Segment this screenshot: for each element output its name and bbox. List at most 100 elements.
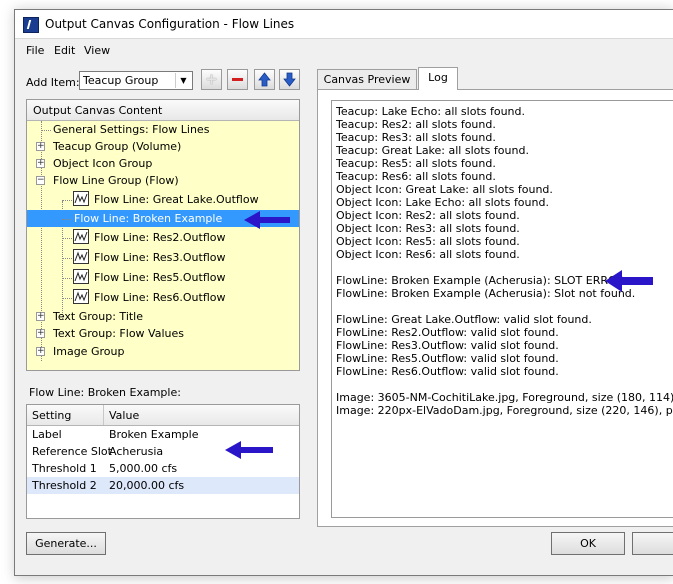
tree-item-flow-line-res6[interactable]: Flow Line: Res6.Outflow — [27, 288, 299, 308]
tree-item-text-group-title[interactable]: + Text Group: Title — [27, 308, 299, 326]
log-line: Image: 220px-ElVadoDam.jpg, Foreground, … — [336, 404, 673, 417]
log-line: FlowLine: Res3.Outflow: valid slot found… — [336, 339, 559, 352]
column-header-value[interactable]: Value — [104, 405, 299, 425]
log-line: Teacup: Res6: all slots found. — [336, 170, 496, 183]
add-item-label: Add Item: — [26, 76, 80, 89]
title-bar: Output Canvas Configuration - Flow Lines — [15, 10, 673, 39]
flow-line-icon — [73, 289, 89, 304]
flow-line-icon — [73, 269, 89, 284]
expand-icon[interactable]: + — [36, 329, 45, 338]
settings-row-threshold-1[interactable]: Threshold 1 5,000.00 cfs — [27, 460, 299, 477]
tree-item-label: Flow Line: Res3.Outflow — [94, 251, 226, 264]
content-tree: General Settings: Flow Lines + Teacup Gr… — [27, 121, 299, 370]
tree-item-label: Flow Line Group (Flow) — [53, 174, 179, 187]
details-section-label: Flow Line: Broken Example: — [29, 386, 181, 399]
log-line: Teacup: Res3: all slots found. — [336, 131, 496, 144]
annotation-arrow-icon — [605, 270, 653, 292]
menu-file[interactable]: File — [26, 44, 44, 57]
flow-line-icon — [73, 249, 89, 264]
log-tab-panel: Teacup: Lake Echo: all slots found. Teacu… — [317, 89, 673, 527]
setting-name: Label — [32, 428, 62, 441]
expand-icon[interactable]: + — [36, 312, 45, 321]
tree-item-object-icon-group[interactable]: + Object Icon Group — [27, 155, 299, 173]
tree-item-teacup-group[interactable]: + Teacup Group (Volume) — [27, 138, 299, 156]
log-line: Image: 3605-NM-CochitiLake.jpg, Foregrou… — [336, 391, 673, 404]
output-canvas-config-window: Output Canvas Configuration - Flow Lines… — [14, 9, 673, 576]
expand-icon[interactable]: + — [36, 159, 45, 168]
tree-item-flow-line-group[interactable]: − Flow Line Group (Flow) — [27, 172, 299, 190]
log-line: FlowLine: Broken Example (Acherusia): Sl… — [336, 287, 636, 300]
app-icon — [23, 17, 39, 33]
log-line: Object Icon: Res6: all slots found. — [336, 248, 520, 261]
tree-item-label: Flow Line: Res2.Outflow — [94, 231, 226, 244]
tree-item-flow-line-res3[interactable]: Flow Line: Res3.Outflow — [27, 248, 299, 268]
tree-item-label: Image Group — [53, 345, 125, 358]
log-line: FlowLine: Res5.Outflow: valid slot found… — [336, 352, 559, 365]
add-item-value: Teacup Group — [83, 74, 159, 87]
setting-name: Threshold 1 — [32, 462, 97, 475]
tree-item-label: Text Group: Flow Values — [53, 327, 184, 340]
settings-row-threshold-2[interactable]: Threshold 2 20,000.00 cfs — [27, 477, 299, 494]
generate-button[interactable]: Generate... — [26, 532, 106, 555]
log-line: Object Icon: Res2: all slots found. — [336, 209, 520, 222]
log-line: Object Icon: Great Lake: all slots found… — [336, 183, 553, 196]
log-line: FlowLine: Broken Example (Acherusia): SL… — [336, 274, 628, 287]
log-line: Object Icon: Res3: all slots found. — [336, 222, 520, 235]
tab-canvas-preview[interactable]: Canvas Preview — [317, 69, 417, 90]
tree-item-general-settings[interactable]: General Settings: Flow Lines — [27, 121, 299, 139]
add-item-dropdown[interactable]: Teacup Group ▼ — [79, 71, 193, 90]
window-title: Output Canvas Configuration - Flow Lines — [45, 17, 295, 31]
setting-value: Acherusia — [109, 445, 164, 458]
arrow-up-icon[interactable] — [254, 69, 275, 90]
log-text-area[interactable]: Teacup: Lake Echo: all slots found. Teacu… — [331, 100, 673, 518]
tree-item-image-group[interactable]: + Image Group — [27, 343, 299, 361]
setting-value: 5,000.00 cfs — [109, 462, 178, 475]
setting-value: 20,000.00 cfs — [109, 479, 185, 492]
output-canvas-content-panel: Output Canvas Content General Settings: … — [26, 99, 300, 371]
minus-icon[interactable] — [227, 69, 248, 90]
ok-button[interactable]: OK — [551, 532, 625, 555]
log-line: FlowLine: Great Lake.Outflow: valid slot… — [336, 313, 592, 326]
log-line: Object Icon: Lake Echo: all slots found. — [336, 196, 549, 209]
chevron-down-icon: ▼ — [175, 73, 191, 88]
setting-name: Reference Slot — [32, 445, 112, 458]
setting-name: Threshold 2 — [32, 479, 97, 492]
tree-item-text-group-flow-values[interactable]: + Text Group: Flow Values — [27, 325, 299, 343]
cancel-button[interactable] — [632, 532, 673, 555]
tree-item-flow-line-res5[interactable]: Flow Line: Res5.Outflow — [27, 268, 299, 288]
tree-item-label: Flow Line: Res5.Outflow — [94, 271, 226, 284]
tree-item-label: General Settings: Flow Lines — [53, 123, 210, 136]
flow-line-icon — [73, 229, 89, 244]
log-line: Object Icon: Res5: all slots found. — [336, 235, 520, 248]
expand-icon[interactable]: + — [36, 142, 45, 151]
menu-view[interactable]: View — [84, 44, 110, 57]
tree-item-label: Flow Line: Broken Example — [74, 212, 223, 225]
log-line: Teacup: Res2: all slots found. — [336, 118, 496, 131]
tree-item-label: Flow Line: Great Lake.Outflow — [94, 193, 259, 206]
tree-item-label: Flow Line: Res6.Outflow — [94, 291, 226, 304]
tree-item-flow-line-great-lake[interactable]: Flow Line: Great Lake.Outflow — [27, 190, 299, 210]
tree-item-label: Text Group: Title — [53, 310, 144, 323]
flow-line-icon — [73, 191, 89, 206]
annotation-arrow-icon — [225, 441, 273, 459]
setting-value: Broken Example — [109, 428, 199, 441]
arrow-down-icon[interactable] — [279, 69, 300, 90]
content-panel-header: Output Canvas Content — [27, 100, 299, 121]
tab-log[interactable]: Log — [418, 67, 458, 90]
log-line: Teacup: Res5: all slots found. — [336, 157, 496, 170]
tree-item-label: Object Icon Group — [53, 157, 153, 170]
plus-icon[interactable]: + — [201, 69, 222, 90]
log-line: FlowLine: Res2.Outflow: valid slot found… — [336, 326, 559, 339]
tree-item-label: Teacup Group (Volume) — [53, 140, 182, 153]
tree-item-flow-line-res2[interactable]: Flow Line: Res2.Outflow — [27, 228, 299, 248]
menu-edit[interactable]: Edit — [54, 44, 75, 57]
column-header-setting[interactable]: Setting — [27, 405, 104, 425]
log-line: Teacup: Lake Echo: all slots found. — [336, 105, 526, 118]
expand-icon[interactable]: + — [36, 347, 45, 356]
annotation-arrow-icon — [244, 211, 290, 229]
log-line: Teacup: Great Lake: all slots found. — [336, 144, 529, 157]
collapse-icon[interactable]: − — [36, 176, 45, 185]
menu-bar: File Edit View — [15, 40, 673, 60]
log-line: FlowLine: Res6.Outflow: valid slot found… — [336, 365, 559, 378]
settings-table: Setting Value Label Broken Example Refer… — [26, 404, 300, 519]
